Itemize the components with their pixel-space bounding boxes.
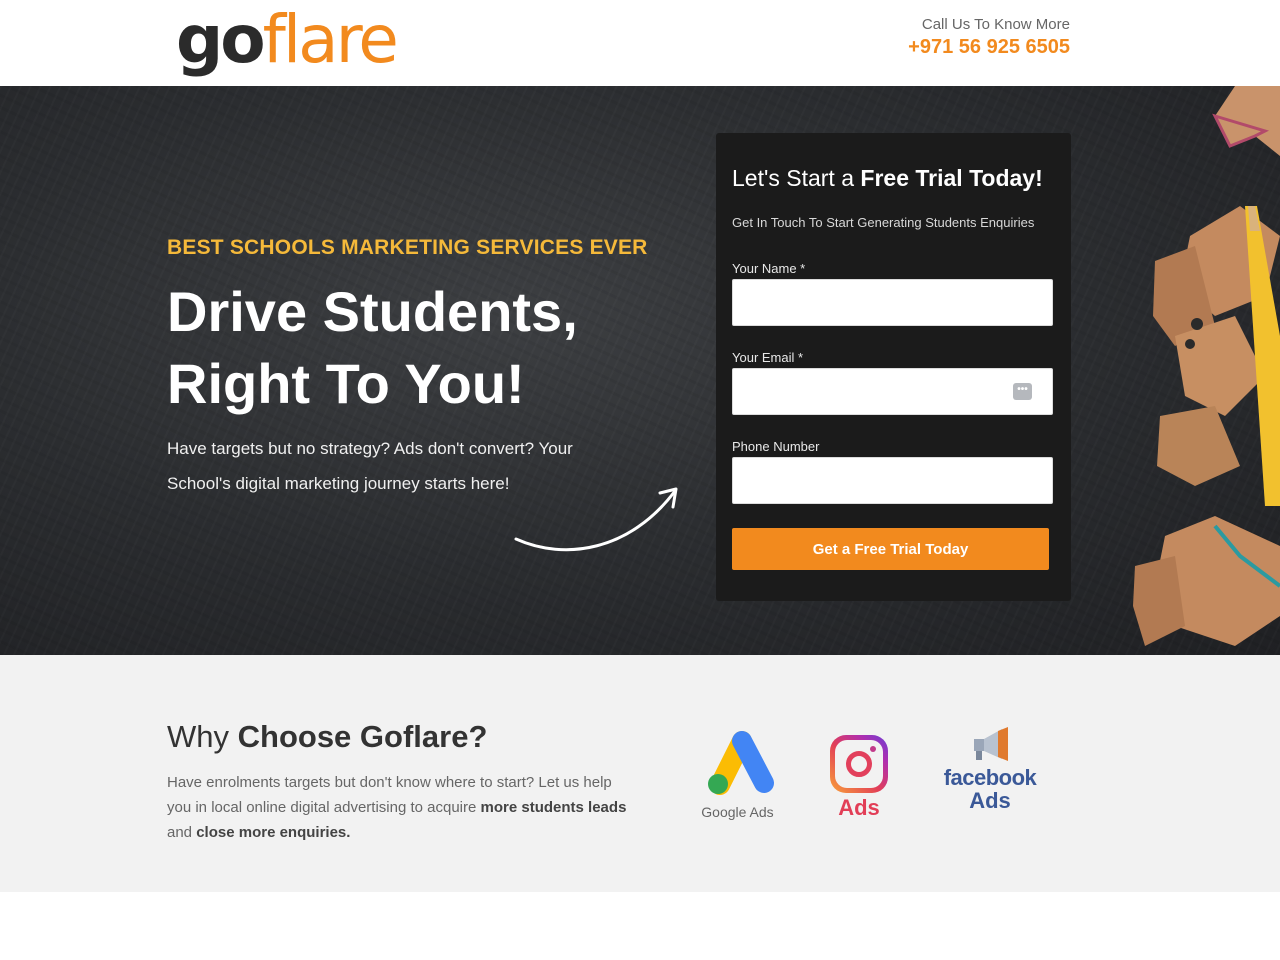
email-label: Your Email * xyxy=(732,350,804,365)
google-ads-logo: Google Ads xyxy=(690,727,785,820)
curved-arrow-icon xyxy=(514,487,678,552)
instagram-icon xyxy=(830,735,888,793)
why-desc-part-2: and xyxy=(167,824,197,841)
goflare-logo[interactable]: goflare xyxy=(176,2,399,78)
call-info: Call Us To Know More +971 56 925 6505 xyxy=(908,16,1070,59)
hero-headline: Drive Students, Right To You! xyxy=(167,276,687,420)
facebook-ads-logo: facebook Ads xyxy=(935,727,1045,813)
logo-wordmark: goflare xyxy=(176,7,399,73)
why-desc-bold-2: close more enquiries. xyxy=(196,824,351,841)
email-field[interactable]: ••• xyxy=(732,368,1053,415)
phone-input[interactable] xyxy=(733,458,1052,503)
form-subtitle: Get In Touch To Start Generating Student… xyxy=(732,215,1035,230)
google-ads-label: Google Ads xyxy=(701,804,774,820)
headline-line-2: Right To You! xyxy=(167,352,525,415)
name-field[interactable] xyxy=(732,279,1053,326)
headline-line-1: Drive Students, xyxy=(167,280,578,343)
logo-go: go xyxy=(176,1,266,78)
form-title: Let's Start a Free Trial Today! xyxy=(732,165,1043,192)
phone-number-link[interactable]: +971 56 925 6505 xyxy=(908,36,1070,59)
why-choose-section: Why Choose Goflare? Have enrolments targ… xyxy=(0,655,1280,892)
name-input[interactable] xyxy=(733,280,1052,325)
form-title-bold: Free Trial Today! xyxy=(860,165,1043,191)
hero-eyebrow: BEST SCHOOLS MARKETING SERVICES EVER xyxy=(167,236,648,259)
google-ads-icon xyxy=(707,731,774,795)
why-desc-bold-1: more students leads xyxy=(480,799,627,816)
instagram-lens xyxy=(846,751,872,777)
call-label: Call Us To Know More xyxy=(921,16,1070,33)
why-title: Why Choose Goflare? xyxy=(167,719,487,755)
facebook-word: facebook xyxy=(943,765,1037,790)
email-input[interactable] xyxy=(733,369,1052,414)
phone-field[interactable] xyxy=(732,457,1053,504)
password-manager-icon[interactable]: ••• xyxy=(1013,383,1032,400)
free-trial-form: Let's Start a Free Trial Today! Get In T… xyxy=(716,133,1071,601)
form-title-regular: Let's Start a xyxy=(732,165,861,191)
instagram-ads-label: Ads xyxy=(838,795,880,820)
logo-flare: flare xyxy=(262,1,399,78)
why-title-regular: Why xyxy=(167,719,238,754)
phone-label: Phone Number xyxy=(732,439,820,454)
instagram-ads-logo: Ads xyxy=(820,727,898,821)
free-trial-submit-button[interactable]: Get a Free Trial Today xyxy=(732,528,1049,570)
name-label: Your Name * xyxy=(732,261,806,276)
hero-section: BEST SCHOOLS MARKETING SERVICES EVER Dri… xyxy=(0,86,1280,655)
facebook-ads-label: Ads xyxy=(969,788,1011,813)
pencil-shavings-decoration xyxy=(1133,86,1280,646)
why-description: Have enrolments targets but don't know w… xyxy=(167,770,627,845)
megaphone-icon xyxy=(974,727,1008,761)
site-header: goflare Call Us To Know More +971 56 925… xyxy=(0,0,1280,86)
instagram-flash xyxy=(870,746,876,752)
why-title-bold: Choose Goflare? xyxy=(237,719,488,754)
